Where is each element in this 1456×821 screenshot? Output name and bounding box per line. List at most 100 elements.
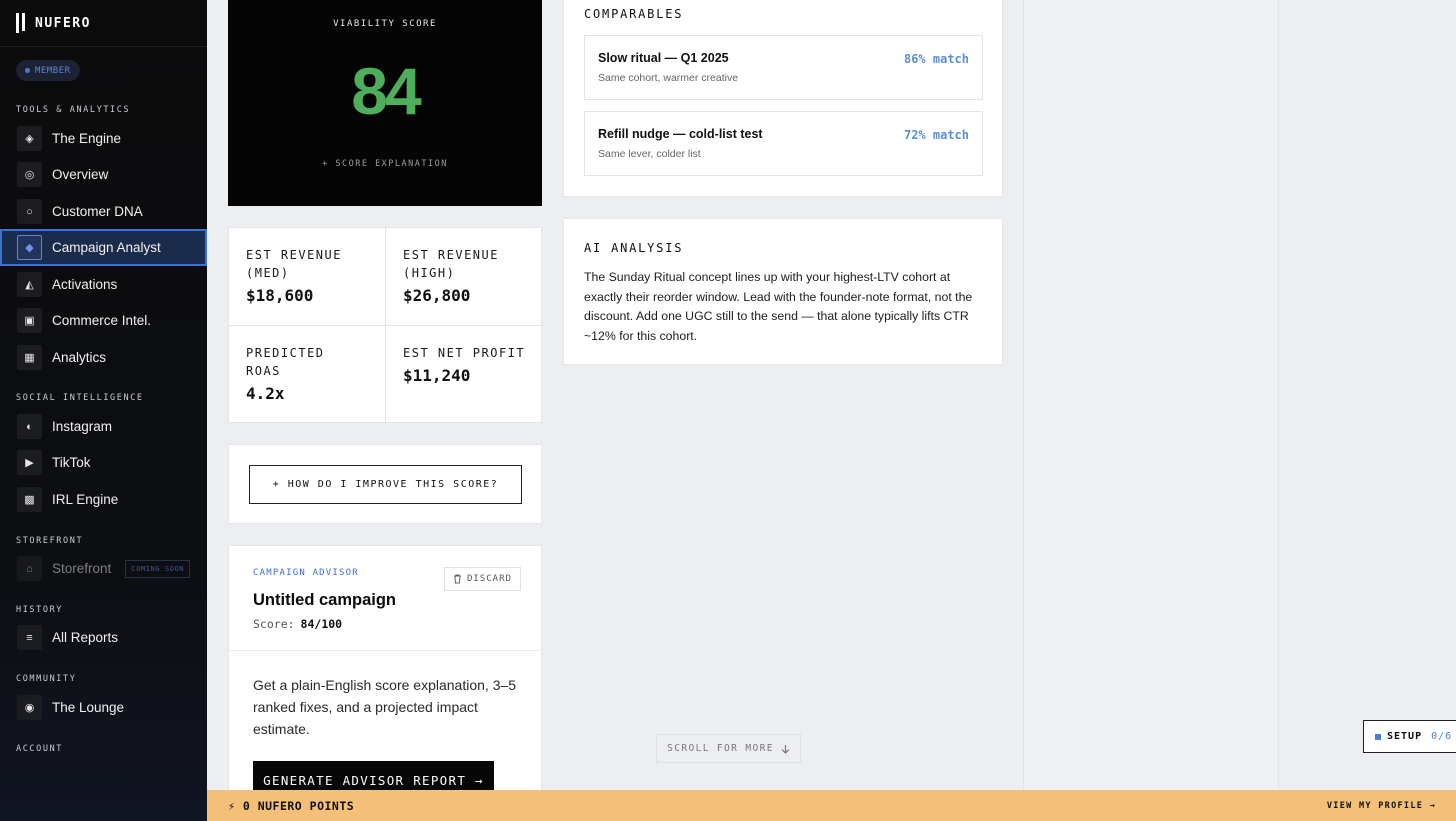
- scroll-label: SCROLL FOR MORE: [667, 743, 774, 754]
- ai-analysis-body: The Sunday Ritual concept lines up with …: [584, 270, 973, 343]
- arrow-down-icon: [781, 744, 790, 754]
- coming-soon-badge: COMING SOON: [125, 559, 191, 578]
- sidebar-item-campaign-analyst[interactable]: ◆ Campaign Analyst: [0, 229, 207, 266]
- setup-progress: 0/6: [1431, 731, 1453, 742]
- sidebar-item-all-reports[interactable]: ≡ All Reports: [0, 619, 207, 656]
- improve-score-button[interactable]: + HOW DO I IMPROVE THIS SCORE?: [249, 465, 522, 504]
- divider: [229, 650, 541, 651]
- discard-label: DISCARD: [467, 574, 512, 584]
- viability-score-card: VIABILITY SCORE 84 + SCORE EXPLANATION: [228, 0, 542, 206]
- metric-value: 4.2x: [246, 384, 285, 403]
- metric-label: EST REVENUE (HIGH): [403, 248, 499, 280]
- metric-value: $26,800: [403, 286, 471, 305]
- comparables-title: COMPARABLES: [584, 7, 684, 21]
- sidebar-item-label: Commerce Intel.: [52, 313, 152, 328]
- comparable-subtitle: Same cohort, warmer creative: [598, 72, 739, 84]
- sidebar-item-irl-engine[interactable]: ▩ IRL Engine: [0, 481, 207, 518]
- lounge-icon: ◉: [17, 695, 42, 720]
- overview-icon: ◎: [17, 162, 42, 187]
- section-tools: TOOLS & ANALYTICS: [16, 105, 131, 115]
- comparable-match: 72% match: [903, 128, 969, 142]
- metric-label: EST REVENUE (MED): [246, 248, 342, 280]
- sidebar-item-instagram[interactable]: ◐ Instagram: [0, 408, 207, 445]
- improve-card: + HOW DO I IMPROVE THIS SCORE?: [228, 444, 542, 524]
- score-value: 84: [351, 54, 421, 128]
- comparable-title: Slow ritual — Q1 2025: [598, 51, 729, 65]
- analytics-icon: ▦: [17, 345, 42, 370]
- score-label: Score:: [253, 617, 295, 631]
- sidebar-item-label: The Lounge: [52, 700, 125, 715]
- metric-value: $18,600: [246, 286, 314, 305]
- setup-widget[interactable]: SETUP 0/6: [1363, 720, 1456, 753]
- setup-square-icon: [1375, 733, 1381, 740]
- sidebar-item-tiktok[interactable]: ▶ TikTok: [0, 444, 207, 481]
- score-label: VIABILITY SCORE: [333, 19, 437, 29]
- scroll-for-more[interactable]: SCROLL FOR MORE: [656, 734, 801, 763]
- section-community: COMMUNITY: [16, 674, 77, 684]
- logo[interactable]: NUFERO: [0, 0, 207, 47]
- metric-net-profit: EST NET PROFIT $11,240: [386, 326, 543, 424]
- sidebar-item-commerce-intel[interactable]: ▣ Commerce Intel.: [0, 302, 207, 339]
- metric-revenue-med: EST REVENUE (MED) $18,600: [229, 228, 386, 326]
- points-count: ⚡ 0 NUFERO POINTS: [228, 798, 355, 813]
- dna-icon: ○: [17, 199, 42, 224]
- reports-icon: ≡: [17, 625, 42, 650]
- sidebar-item-overview[interactable]: ◎ Overview: [0, 156, 207, 193]
- commerce-icon: ▣: [17, 308, 42, 333]
- view-profile-link[interactable]: VIEW MY PROFILE →: [1327, 801, 1436, 811]
- sidebar-item-label: IRL Engine: [52, 492, 119, 507]
- ai-analysis-card: AI ANALYSIS The Sunday Ritual concept li…: [563, 218, 1003, 365]
- sidebar-item-storefront: ⌂ Storefront COMING SOON: [0, 550, 207, 587]
- sidebar-item-activations[interactable]: ◭ Activations: [0, 266, 207, 303]
- metric-revenue-high: EST REVENUE (HIGH) $26,800: [386, 228, 543, 326]
- discard-button[interactable]: DISCARD: [444, 567, 521, 591]
- metric-value: $11,240: [403, 366, 471, 385]
- sidebar-item-the-engine[interactable]: ◈ The Engine: [0, 120, 207, 157]
- member-badge: MEMBER: [16, 60, 80, 81]
- sidebar-item-label: The Engine: [52, 131, 122, 146]
- setup-label: SETUP: [1387, 731, 1423, 742]
- trash-icon: [454, 574, 461, 584]
- campaign-icon: ◆: [17, 235, 42, 260]
- metric-label: EST NET PROFIT: [403, 346, 526, 360]
- sidebar-item-label: Overview: [52, 167, 109, 182]
- section-storefront: STOREFRONT: [16, 536, 84, 546]
- sidebar: NUFERO MEMBER TOOLS & ANALYTICS ◈ The En…: [0, 0, 207, 821]
- advisor-kicker: CAMPAIGN ADVISOR: [253, 568, 359, 578]
- campaign-advisor-card: CAMPAIGN ADVISOR DISCARD Untitled campai…: [228, 545, 542, 805]
- score-value: 84/100: [300, 617, 343, 631]
- sidebar-item-label: Storefront: [52, 561, 112, 576]
- logo-mark-icon: [16, 13, 25, 33]
- metric-label: PREDICTED ROAS: [246, 346, 325, 378]
- score-explanation-link[interactable]: + SCORE EXPLANATION: [228, 159, 542, 169]
- campaign-score: Score: 84/100: [253, 617, 342, 631]
- instagram-icon: ◐: [17, 414, 42, 439]
- sidebar-item-customer-dna[interactable]: ○ Customer DNA: [0, 193, 207, 230]
- metric-predicted-roas: PREDICTED ROAS 4.2x: [229, 326, 386, 424]
- sidebar-item-label: Activations: [52, 277, 118, 292]
- points-bar: ⚡ 0 NUFERO POINTS VIEW MY PROFILE →: [207, 790, 1456, 821]
- advisor-description: Get a plain-English score explanation, 3…: [253, 677, 517, 737]
- comparable-row[interactable]: Refill nudge — cold-list test Same lever…: [584, 111, 983, 176]
- storefront-icon: ⌂: [17, 556, 42, 581]
- right-panel: [1023, 0, 1279, 790]
- section-account: ACCOUNT: [16, 744, 64, 754]
- comparable-subtitle: Same lever, colder list: [598, 148, 701, 160]
- sidebar-item-label: TikTok: [52, 455, 91, 470]
- section-social: SOCIAL INTELLIGENCE: [16, 393, 144, 403]
- sidebar-item-the-lounge[interactable]: ◉ The Lounge: [0, 689, 207, 726]
- comparables-card: COMPARABLES Slow ritual — Q1 2025 Same c…: [563, 0, 1003, 197]
- sidebar-item-analytics[interactable]: ▦ Analytics: [0, 339, 207, 376]
- comparable-match: 86% match: [903, 52, 969, 66]
- engine-icon: ◈: [17, 126, 42, 151]
- metrics-grid: EST REVENUE (MED) $18,600 EST REVENUE (H…: [228, 227, 543, 424]
- section-history: HISTORY: [16, 605, 64, 615]
- sidebar-item-label: Analytics: [52, 350, 107, 365]
- member-dot-icon: [25, 68, 30, 73]
- activations-icon: ◭: [17, 272, 42, 297]
- comparable-row[interactable]: Slow ritual — Q1 2025 Same cohort, warme…: [584, 35, 983, 100]
- comparable-title: Refill nudge — cold-list test: [598, 127, 763, 141]
- campaign-title: Untitled campaign: [253, 591, 397, 609]
- ai-analysis-title: AI ANALYSIS: [584, 241, 684, 255]
- member-badge-label: MEMBER: [35, 65, 71, 76]
